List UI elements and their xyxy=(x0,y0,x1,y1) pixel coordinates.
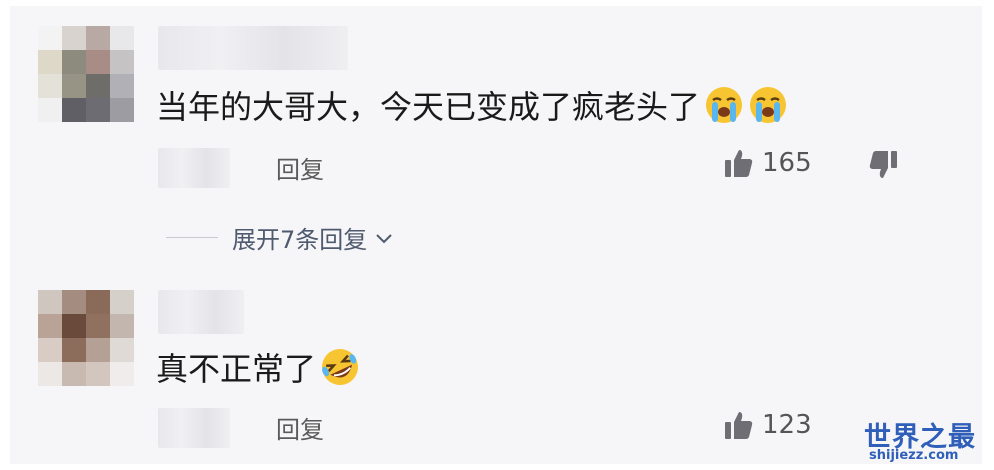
reply-button[interactable]: 回复 xyxy=(276,410,324,445)
expand-divider-line xyxy=(166,237,218,238)
comment-text: 当年的大哥大，今天已变成了疯老头了 xyxy=(156,82,788,128)
avatar[interactable] xyxy=(38,26,134,122)
reply-button[interactable]: 回复 xyxy=(276,150,324,185)
rolling-on-floor-laughing-icon xyxy=(322,349,359,385)
username-blurred[interactable] xyxy=(158,290,244,334)
expand-replies-label: 展开7条回复 xyxy=(232,226,368,254)
thumbs-down-icon[interactable] xyxy=(866,148,900,182)
loudly-crying-face-icon xyxy=(706,87,743,123)
like-count: 165 xyxy=(762,148,812,178)
comment-text-content: 真不正常了 xyxy=(156,350,317,388)
like-count: 123 xyxy=(762,410,812,440)
thumbs-up-icon xyxy=(725,150,753,177)
comment-text-content: 当年的大哥大，今天已变成了疯老头了 xyxy=(156,88,701,126)
like-button[interactable]: 165 xyxy=(722,146,812,180)
chevron-down-icon xyxy=(376,233,392,243)
thumbs-up-icon xyxy=(725,412,753,439)
comment-panel xyxy=(10,6,982,464)
username-blurred[interactable] xyxy=(158,26,348,70)
watermark-url: shijiezz.com xyxy=(869,448,959,463)
timestamp-blurred xyxy=(158,148,230,188)
comment-text: 真不正常了 xyxy=(156,344,360,390)
loudly-crying-face-icon xyxy=(750,87,787,123)
avatar[interactable] xyxy=(38,290,134,386)
like-button[interactable]: 123 xyxy=(722,408,812,442)
expand-replies-button[interactable]: 展开7条回复 xyxy=(166,220,395,255)
timestamp-blurred xyxy=(158,408,230,448)
